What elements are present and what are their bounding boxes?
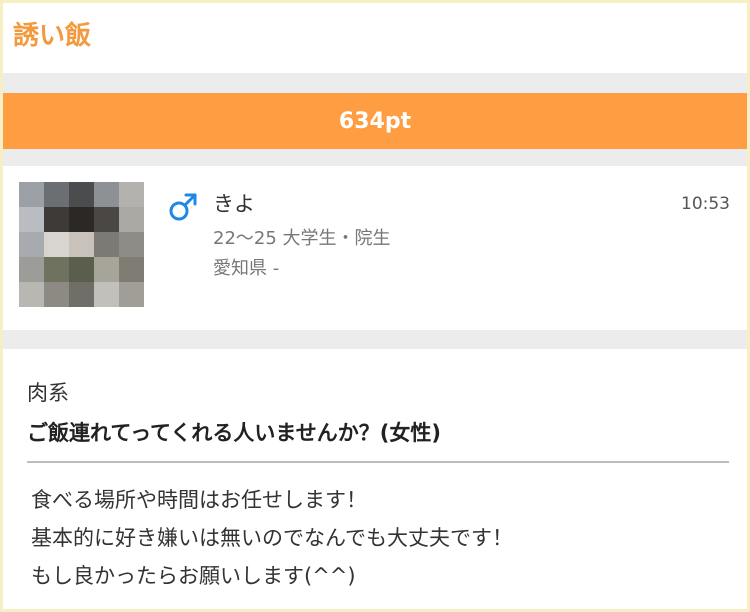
post-body: 食べる場所や時間はお任せします！ 基本的に好き嫌いは無いのでなんでも大丈夫です！… — [31, 481, 729, 595]
post-body-line: 食べる場所や時間はお任せします！ — [31, 488, 367, 512]
divider — [3, 73, 747, 93]
avatar[interactable] — [19, 182, 144, 307]
user-name: きよ — [213, 192, 255, 216]
post-title: ご飯連れてってくれる人いませんか？(女性) — [27, 417, 729, 463]
user-profile-card[interactable]: きよ 22〜25 大学生・院生 愛知県 - 10:53 — [3, 166, 747, 330]
user-age-occupation: 22〜25 大学生・院生 — [213, 228, 391, 249]
user-location: 愛知県 - — [213, 258, 280, 279]
points-bar[interactable]: 634pt — [3, 93, 747, 149]
points-label: 634pt — [338, 108, 412, 134]
post-body-line: 基本的に好き嫌いは無いのでなんでも大丈夫です！ — [31, 526, 513, 550]
post-category: 肉系 — [27, 381, 69, 405]
post-content: 肉系 ご飯連れてってくれる人いませんか？(女性) 食べる場所や時間はお任せします… — [3, 349, 747, 609]
post-time: 10:53 — [681, 194, 730, 214]
user-meta: 22〜25 大学生・院生 愛知県 - — [213, 224, 391, 284]
app-frame: 誘い飯 634pt きよ 22〜25 大学生・院生 愛知県 - 10:53 肉系 — [3, 3, 747, 609]
post-body-line: もし良かったらお願いします(^^) — [31, 564, 356, 588]
app-header: 誘い飯 — [3, 3, 747, 73]
divider — [3, 149, 747, 166]
app-title: 誘い飯 — [13, 21, 92, 51]
male-symbol-icon — [169, 193, 197, 221]
divider — [3, 330, 747, 349]
